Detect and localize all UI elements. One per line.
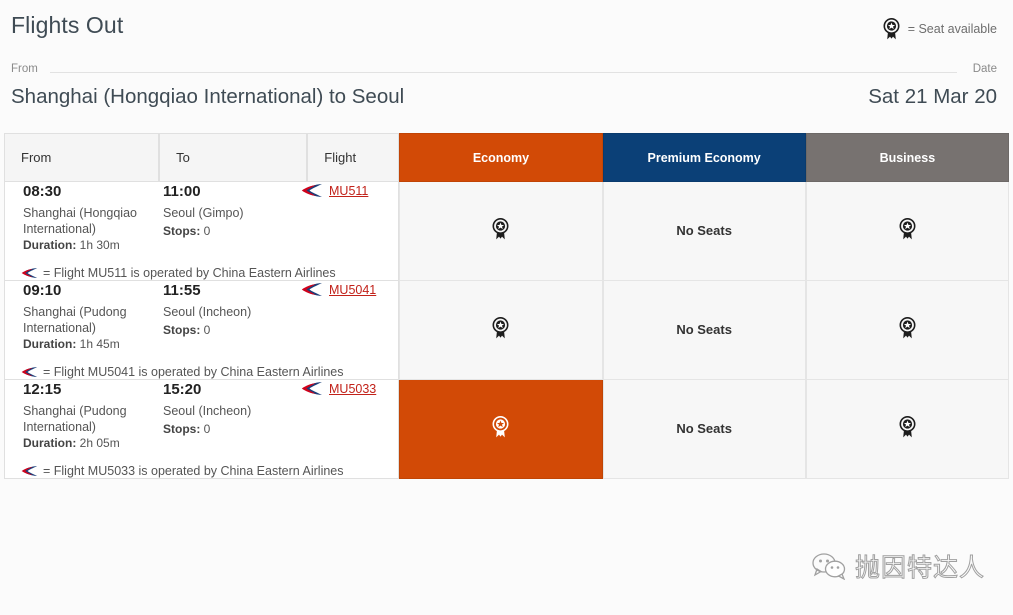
from-label: From bbox=[11, 63, 38, 75]
table-row: 09:10 Shanghai (Pudong International)11:5… bbox=[4, 281, 1009, 380]
arrival-block: 11:55 Seoul (Incheon) Stops: 0 bbox=[163, 281, 303, 337]
flight-block: MU5033 bbox=[301, 380, 397, 396]
seat-available-rosette-icon bbox=[491, 218, 510, 240]
no-seats-label: No Seats bbox=[676, 322, 732, 337]
china-eastern-logo-icon bbox=[301, 282, 323, 297]
title-row: Flights Out = Seat available bbox=[8, 0, 1005, 60]
column-header-to: To bbox=[159, 133, 307, 182]
header-divider bbox=[50, 72, 957, 73]
operated-by-text: = Flight MU5041 is operated by China Eas… bbox=[43, 365, 344, 379]
stops: Stops: 0 bbox=[163, 323, 303, 337]
flight-info-cell: 08:30 Shanghai (Hongqiao International)11… bbox=[4, 182, 399, 281]
flights-out-page: Flights Out = Seat available From Date bbox=[0, 0, 1013, 615]
arrival-airport: Seoul (Gimpo) bbox=[163, 205, 303, 221]
fare-cell-economy[interactable] bbox=[399, 182, 602, 281]
arrival-time: 15:20 bbox=[163, 380, 303, 400]
arrival-airport: Seoul (Incheon) bbox=[163, 403, 303, 419]
no-seats-label: No Seats bbox=[676, 421, 732, 436]
flight-number-link[interactable]: MU5033 bbox=[329, 382, 376, 396]
seat-available-rosette-icon bbox=[491, 317, 510, 339]
fare-cell-premium-economy[interactable]: No Seats bbox=[603, 182, 806, 281]
arrival-block: 11:00 Seoul (Gimpo) Stops: 0 bbox=[163, 182, 303, 238]
china-eastern-logo-icon bbox=[21, 366, 38, 378]
departure-time: 09:10 bbox=[23, 281, 163, 301]
flight-block: MU511 bbox=[301, 182, 397, 198]
flight-number-link[interactable]: MU5041 bbox=[329, 283, 376, 297]
duration: Duration: 1h 30m bbox=[23, 238, 120, 252]
seat-available-rosette-icon bbox=[882, 18, 901, 40]
date-value: Sat 21 Mar 20 bbox=[868, 85, 997, 109]
departure-airport: Shanghai (Pudong International) bbox=[23, 304, 163, 336]
arrival-time: 11:00 bbox=[163, 182, 303, 202]
china-eastern-logo-icon bbox=[301, 381, 323, 396]
wechat-icon bbox=[812, 552, 846, 580]
flight-number-link[interactable]: MU511 bbox=[329, 184, 368, 198]
china-eastern-logo-icon bbox=[301, 183, 323, 198]
departure-time: 12:15 bbox=[23, 380, 163, 400]
departure-time: 08:30 bbox=[23, 182, 163, 202]
flights-table-head: From To Flight Economy Premium Economy B… bbox=[4, 133, 1009, 182]
seat-available-rosette-icon bbox=[491, 416, 510, 438]
table-row: 08:30 Shanghai (Hongqiao International)11… bbox=[4, 182, 1009, 281]
wechat-watermark: 抛因特达人 bbox=[812, 548, 985, 584]
table-header-row: From To Flight Economy Premium Economy B… bbox=[4, 133, 1009, 182]
china-eastern-logo-icon bbox=[21, 267, 38, 279]
fare-cell-premium-economy[interactable]: No Seats bbox=[603, 380, 806, 479]
duration: Duration: 1h 45m bbox=[23, 337, 120, 351]
page-title: Flights Out bbox=[11, 12, 123, 39]
column-header-premium-economy[interactable]: Premium Economy bbox=[603, 133, 806, 182]
column-header-from: From bbox=[4, 133, 159, 182]
arrival-airport: Seoul (Incheon) bbox=[163, 304, 303, 320]
flights-table-body: 08:30Shanghai (Hongqiao International)11… bbox=[4, 182, 1009, 479]
fare-cell-premium-economy[interactable]: No Seats bbox=[603, 281, 806, 380]
fare-cell-business[interactable] bbox=[806, 281, 1009, 380]
route-row: Shanghai (Hongqiao International) to Seo… bbox=[8, 82, 1005, 130]
flight-info-cell: 09:10 Shanghai (Pudong International)11:5… bbox=[4, 281, 399, 380]
operated-by-text: = Flight MU511 is operated by China East… bbox=[43, 266, 336, 280]
flights-table: From To Flight Economy Premium Economy B… bbox=[4, 133, 1009, 479]
table-row: 12:15 Shanghai (Pudong International)15:2… bbox=[4, 380, 1009, 479]
column-header-economy[interactable]: Economy bbox=[399, 133, 602, 182]
no-seats-label: No Seats bbox=[676, 223, 732, 238]
arrival-block: 15:20 Seoul (Incheon) Stops: 0 bbox=[163, 380, 303, 436]
operated-by-note: = Flight MU5041 is operated by China Eas… bbox=[21, 365, 398, 379]
departure-block: 08:30 Shanghai (Hongqiao International) bbox=[23, 182, 163, 237]
fare-cell-business[interactable] bbox=[806, 182, 1009, 281]
departure-block: 09:10 Shanghai (Pudong International) bbox=[23, 281, 163, 336]
departure-airport: Shanghai (Pudong International) bbox=[23, 403, 163, 435]
seat-legend-label: = Seat available bbox=[908, 22, 997, 36]
departure-block: 12:15 Shanghai (Pudong International) bbox=[23, 380, 163, 435]
flight-block: MU5041 bbox=[301, 281, 397, 297]
departure-airport: Shanghai (Hongqiao International) bbox=[23, 205, 163, 237]
arrival-time: 11:55 bbox=[163, 281, 303, 301]
column-header-business[interactable]: Business bbox=[806, 133, 1009, 182]
stops: Stops: 0 bbox=[163, 422, 303, 436]
fare-cell-economy[interactable] bbox=[399, 380, 602, 479]
page-header: Flights Out = Seat available From Date bbox=[0, 0, 1013, 133]
route-value: Shanghai (Hongqiao International) to Seo… bbox=[11, 85, 404, 109]
china-eastern-logo-icon bbox=[21, 465, 38, 477]
operated-by-note: = Flight MU511 is operated by China East… bbox=[21, 266, 398, 280]
column-header-flight: Flight bbox=[307, 133, 399, 182]
field-label-row: From Date bbox=[8, 60, 1005, 82]
duration: Duration: 2h 05m bbox=[23, 436, 120, 450]
date-label: Date bbox=[973, 63, 997, 75]
seat-legend: = Seat available bbox=[882, 18, 997, 40]
seat-available-rosette-icon bbox=[898, 416, 917, 438]
operated-by-note: = Flight MU5033 is operated by China Eas… bbox=[21, 464, 398, 478]
flight-info-cell: 12:15 Shanghai (Pudong International)15:2… bbox=[4, 380, 399, 479]
fare-cell-economy[interactable] bbox=[399, 281, 602, 380]
seat-available-rosette-icon bbox=[898, 317, 917, 339]
watermark-text: 抛因特达人 bbox=[855, 548, 985, 584]
seat-available-rosette-icon bbox=[898, 218, 917, 240]
fare-cell-business[interactable] bbox=[806, 380, 1009, 479]
stops: Stops: 0 bbox=[163, 224, 303, 238]
operated-by-text: = Flight MU5033 is operated by China Eas… bbox=[43, 464, 344, 478]
